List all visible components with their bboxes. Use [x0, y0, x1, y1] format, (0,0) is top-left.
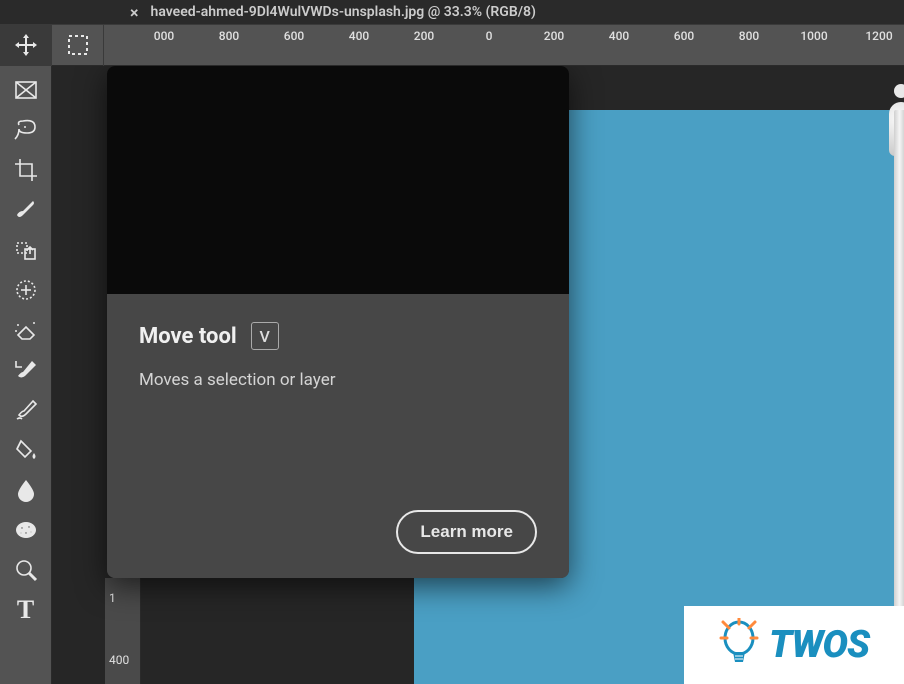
- flagpole: [894, 110, 904, 684]
- flagpole-finial: [894, 84, 904, 98]
- marquee-tool-option[interactable]: [52, 24, 104, 66]
- lasso-tool[interactable]: [6, 111, 46, 149]
- tooltip-title: Move tool: [139, 324, 237, 349]
- marquee-icon: [66, 33, 90, 57]
- learn-more-button[interactable]: Learn more: [396, 510, 537, 554]
- tool-panel: T: [0, 66, 52, 684]
- blur-tool[interactable]: [6, 471, 46, 509]
- paint-bucket-tool[interactable]: [6, 431, 46, 469]
- zoom-tool[interactable]: [6, 551, 46, 589]
- vertical-ruler: 1 400: [105, 578, 141, 684]
- sponge-tool[interactable]: [6, 511, 46, 549]
- tooltip-body: Move tool V Moves a selection or layer L…: [107, 294, 569, 578]
- ruler-tick: 600: [284, 29, 304, 43]
- clone-stamp-tool[interactable]: [6, 231, 46, 269]
- ruler-tick: 200: [414, 29, 434, 43]
- ruler-tick: 1200: [865, 29, 892, 43]
- eraser-tool[interactable]: [6, 311, 46, 349]
- ruler-tick: 600: [674, 29, 694, 43]
- vruler-tick: 400: [109, 653, 129, 667]
- tooltip-description: Moves a selection or layer: [139, 370, 537, 390]
- ruler-tick: 400: [349, 29, 369, 43]
- document-tab[interactable]: × haveed-ahmed-9Dl4WulVWDs-unsplash.jpg …: [0, 0, 904, 24]
- tooltip-preview: [107, 66, 569, 294]
- ruler-tick: 000: [154, 29, 174, 43]
- document-title: haveed-ahmed-9Dl4WulVWDs-unsplash.jpg @ …: [151, 4, 536, 20]
- frame-tool[interactable]: [6, 71, 46, 109]
- spot-healing-tool[interactable]: [6, 271, 46, 309]
- brush-tool[interactable]: [6, 191, 46, 229]
- close-tab-icon[interactable]: ×: [130, 3, 139, 22]
- move-tool-option[interactable]: [0, 24, 52, 66]
- tool-tooltip: Move tool V Moves a selection or layer L…: [107, 66, 569, 578]
- tooltip-shortcut: V: [251, 322, 279, 350]
- crop-tool[interactable]: [6, 151, 46, 189]
- canvas[interactable]: Move tool V Moves a selection or layer L…: [52, 66, 904, 684]
- watermark-badge: TWOS: [684, 606, 904, 684]
- history-brush-tool[interactable]: [6, 351, 46, 389]
- ruler-tick: 800: [739, 29, 759, 43]
- ruler-tick: 200: [544, 29, 564, 43]
- type-tool-label: T: [17, 595, 34, 625]
- watermark-text: TWOS: [769, 623, 869, 667]
- type-tool[interactable]: T: [6, 591, 46, 629]
- smudge-tool[interactable]: [6, 391, 46, 429]
- move-icon: [13, 32, 39, 58]
- horizontal-ruler: 000 800 600 400 200 0 200 400 600 800 10…: [104, 25, 904, 67]
- vruler-tick: 1: [109, 591, 116, 605]
- main-area: T Move tool V: [0, 66, 904, 684]
- ruler-tick: 800: [219, 29, 239, 43]
- options-bar: 000 800 600 400 200 0 200 400 600 800 10…: [0, 24, 904, 66]
- ruler-tick: 1000: [800, 29, 827, 43]
- lightbulb-icon: [719, 618, 759, 672]
- ruler-tick: 400: [609, 29, 629, 43]
- ruler-tick: 0: [486, 29, 493, 43]
